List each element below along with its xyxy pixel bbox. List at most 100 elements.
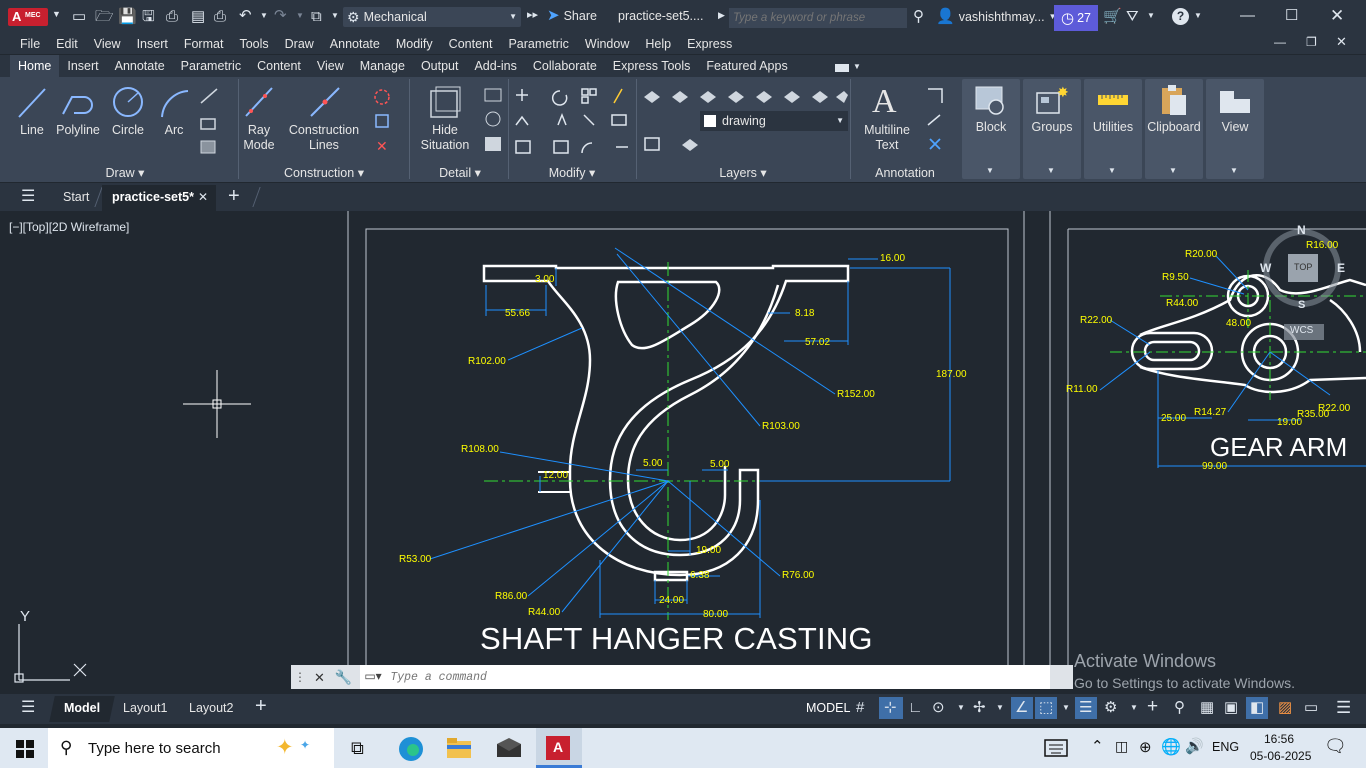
hatch-icons[interactable] bbox=[197, 85, 229, 155]
layer-tools-icons[interactable] bbox=[642, 85, 848, 109]
drawing-canvas[interactable]: [−][Top][2D Wireframe] SHAFT HANGER CAST… bbox=[0, 211, 1366, 693]
workspace-selector[interactable]: ⚙ Mechanical ▼ bbox=[343, 7, 521, 27]
plus-icon[interactable]: + bbox=[1147, 697, 1158, 716]
menu-item-view[interactable]: View bbox=[86, 34, 129, 54]
construction-panel-title[interactable]: Construction ▾ bbox=[240, 165, 408, 180]
modify-tools-icons[interactable] bbox=[512, 83, 636, 155]
tab-parametric[interactable]: Parametric bbox=[173, 55, 249, 77]
save-icon[interactable]: 💾 bbox=[118, 9, 137, 24]
monitor-icon[interactable]: ▭ bbox=[1304, 700, 1318, 715]
clipboard-panel[interactable]: Clipboard ▼ bbox=[1145, 79, 1203, 179]
menu-item-help[interactable]: Help bbox=[637, 34, 679, 54]
clean-screen-icon[interactable]: ▨ bbox=[1278, 700, 1292, 715]
tab-manage[interactable]: Manage bbox=[352, 55, 413, 77]
snap-toggle[interactable]: ⊹ bbox=[879, 697, 903, 719]
customize-status-icon[interactable]: ☰ bbox=[1336, 699, 1351, 716]
chevron-down-icon[interactable]: ▼ bbox=[957, 704, 965, 712]
clock-date[interactable]: 05-06-2025 bbox=[1250, 749, 1311, 763]
polar-icon[interactable]: ⊙ bbox=[932, 700, 945, 715]
redo-icon[interactable]: ↷ bbox=[274, 8, 287, 23]
doc-minimize-icon[interactable]: — bbox=[1274, 36, 1286, 48]
tab-express-tools[interactable]: Express Tools bbox=[605, 55, 699, 77]
lineweight-toggle[interactable]: ∠ bbox=[1011, 697, 1033, 719]
detail-tools-icons[interactable] bbox=[482, 85, 506, 155]
qat-dropdown-icon[interactable]: ▼ bbox=[331, 12, 339, 20]
multiline-text-icon[interactable]: A bbox=[872, 83, 897, 121]
meet-now-icon[interactable]: ◫ bbox=[1115, 738, 1128, 755]
tab-annotate[interactable]: Annotate bbox=[107, 55, 173, 77]
app-logo[interactable]: A MEC bbox=[8, 8, 48, 26]
construction-lines-icon[interactable] bbox=[308, 85, 342, 119]
windows-start-icon[interactable] bbox=[16, 740, 34, 758]
menu-item-window[interactable]: Window bbox=[577, 34, 637, 54]
ray-mode-icon[interactable] bbox=[243, 85, 275, 119]
undo-icon[interactable]: ↶ bbox=[239, 8, 252, 23]
viewcube-north[interactable]: N bbox=[1297, 223, 1306, 237]
command-input-area[interactable]: ▭▾ bbox=[360, 665, 1051, 689]
menu-item-format[interactable]: Format bbox=[176, 34, 232, 54]
layout2-tab[interactable]: Layout2 bbox=[189, 701, 233, 715]
notification-center-icon[interactable]: 🗨 bbox=[1324, 736, 1347, 757]
chevron-down-icon[interactable]: ▼ bbox=[1130, 704, 1138, 712]
volume-icon[interactable]: 🔊 bbox=[1185, 737, 1204, 755]
annotation-tools-icons[interactable] bbox=[924, 85, 952, 155]
new-tab-icon[interactable]: + bbox=[228, 186, 240, 206]
edge-browser-icon[interactable] bbox=[398, 736, 424, 762]
menu-item-parametric[interactable]: Parametric bbox=[500, 34, 576, 54]
ortho-icon[interactable]: ∟ bbox=[908, 700, 923, 715]
block-panel[interactable]: Block ▼ bbox=[962, 79, 1020, 179]
layer-dropdown[interactable]: drawing ▼ bbox=[700, 111, 848, 131]
save-as-icon[interactable]: 🖫 bbox=[142, 9, 155, 24]
share-button[interactable]: ➤ Share bbox=[547, 8, 597, 23]
tab-insert[interactable]: Insert bbox=[59, 55, 106, 77]
menu-item-annotate[interactable]: Annotate bbox=[322, 34, 388, 54]
construction-tools-icons[interactable]: ✕ bbox=[372, 85, 406, 153]
viewcube-south[interactable]: S bbox=[1298, 299, 1305, 311]
chevron-down-icon[interactable]: ▼ bbox=[853, 63, 861, 71]
publish-icon[interactable]: ▤ bbox=[191, 9, 205, 24]
expand-icon[interactable]: ▸▸ bbox=[527, 10, 538, 21]
hardware-accel-icon[interactable]: ▣ bbox=[1224, 700, 1238, 715]
construction-lines-button[interactable]: Construction Lines bbox=[285, 123, 363, 153]
clock-time[interactable]: 16:56 bbox=[1264, 732, 1294, 746]
autodesk-app-icon[interactable]: ⛛ bbox=[1126, 9, 1139, 24]
groups-panel[interactable]: ✸ Groups ▼ bbox=[1023, 79, 1081, 179]
file-explorer-icon[interactable] bbox=[446, 737, 472, 759]
workspace-switch-icon[interactable]: ▦ bbox=[1200, 700, 1214, 715]
chevron-down-icon[interactable]: ▼ bbox=[52, 10, 61, 19]
arc-button[interactable]: Arc bbox=[158, 123, 190, 138]
menu-item-insert[interactable]: Insert bbox=[129, 34, 176, 54]
grip-handle-icon[interactable]: ⋮ bbox=[294, 671, 306, 683]
minimize-icon[interactable]: — bbox=[1240, 8, 1255, 23]
user-menu[interactable]: 👤 vashishthmay... ▼ bbox=[936, 9, 1057, 24]
doc-close-icon[interactable]: ✕ bbox=[1336, 35, 1347, 48]
circle-button[interactable]: Circle bbox=[108, 123, 148, 138]
taskbar-search-box[interactable]: ⚲ Type here to search ✦ ✦ bbox=[48, 728, 334, 768]
command-input[interactable] bbox=[390, 668, 1031, 686]
line-icon[interactable] bbox=[16, 85, 48, 121]
view-panel[interactable]: View ▼ bbox=[1206, 79, 1264, 179]
polyline-button[interactable]: Polyline bbox=[54, 123, 102, 138]
help-icon[interactable]: ? bbox=[1172, 8, 1189, 25]
active-document-tab[interactable]: practice-set5* ✕ bbox=[102, 185, 216, 211]
menu-item-draw[interactable]: Draw bbox=[277, 34, 322, 54]
print-icon[interactable]: ⎙ bbox=[214, 9, 226, 24]
chevron-down-icon[interactable]: ▼ bbox=[996, 704, 1004, 712]
network-icon[interactable]: ⊕ bbox=[1139, 738, 1152, 756]
tab-content[interactable]: Content bbox=[249, 55, 309, 77]
touch-keyboard-icon[interactable] bbox=[1044, 739, 1068, 757]
search-icon[interactable]: ⚲ bbox=[913, 9, 924, 24]
tab-home[interactable]: Home bbox=[10, 55, 60, 77]
new-file-icon[interactable]: ▭ bbox=[72, 9, 86, 24]
hide-situation-icon[interactable] bbox=[428, 85, 462, 121]
arc-icon[interactable] bbox=[158, 85, 192, 119]
doc-restore-icon[interactable]: ❐ bbox=[1306, 36, 1317, 48]
properties-toggle[interactable]: ☰ bbox=[1075, 697, 1097, 719]
selection-cycling-toggle[interactable]: ⬚ bbox=[1035, 697, 1057, 719]
undo-dropdown-icon[interactable]: ▼ bbox=[260, 12, 268, 20]
isolate-toggle[interactable]: ◧ bbox=[1246, 697, 1268, 719]
cart-icon[interactable]: 🛒 bbox=[1103, 9, 1122, 24]
hide-situation-button[interactable]: Hide Situation bbox=[416, 123, 474, 153]
circle-icon[interactable] bbox=[111, 85, 145, 119]
task-view-icon[interactable]: ⧉ bbox=[351, 738, 364, 759]
